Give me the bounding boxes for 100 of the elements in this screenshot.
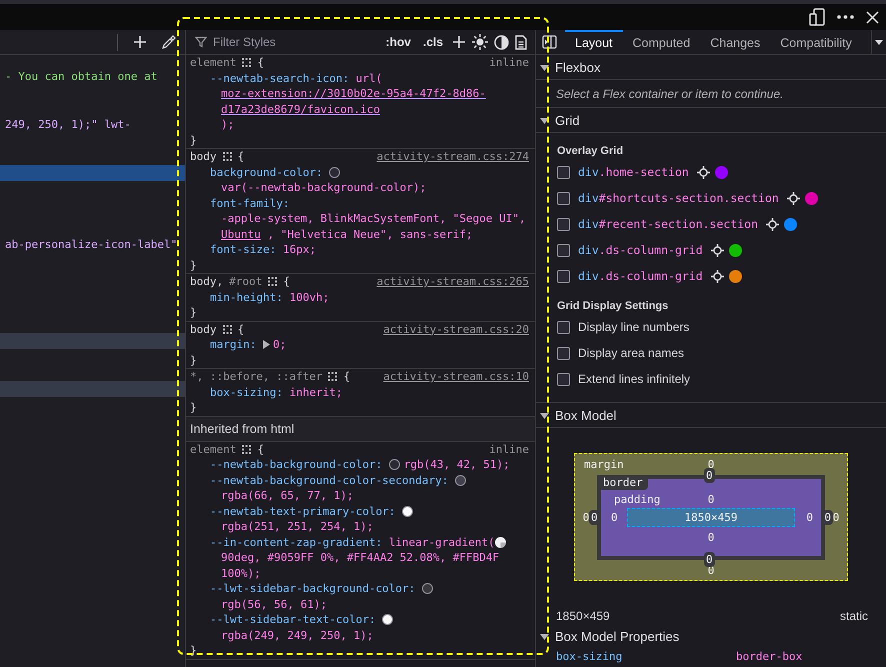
checkbox[interactable]	[557, 270, 570, 282]
property-value: linear-gradient(	[388, 534, 495, 550]
selector: body,	[190, 274, 224, 290]
checkbox[interactable]	[557, 346, 570, 360]
box-value[interactable]: 0	[708, 458, 714, 471]
markup-line[interactable]: ab-personalize-icon-label"	[0, 237, 185, 253]
checkbox[interactable]	[557, 166, 570, 178]
checkbox[interactable]	[557, 218, 570, 230]
color-swatch-icon[interactable]	[388, 459, 400, 470]
panel-tab[interactable]: Changes	[700, 30, 770, 54]
box-label: border	[600, 476, 648, 490]
color-swatch-icon[interactable]	[422, 583, 433, 594]
selector: *, ::before, ::after	[190, 369, 322, 384]
checkbox[interactable]	[557, 372, 570, 386]
panel-tab[interactable]: Computed	[622, 30, 700, 54]
box-value[interactable]: 0	[589, 510, 600, 524]
box-value[interactable]: 0	[832, 511, 840, 524]
crosshair-icon[interactable]	[710, 270, 724, 282]
color-dot[interactable]	[784, 218, 798, 230]
checkbox[interactable]	[557, 320, 570, 334]
crosshair-icon[interactable]	[696, 166, 710, 178]
caret-icon[interactable]	[540, 116, 549, 124]
section-title[interactable]: Box Model	[555, 408, 616, 422]
document-icon[interactable]	[515, 34, 527, 50]
color-dot[interactable]	[804, 192, 818, 204]
brace: }	[190, 644, 197, 657]
box-label: margin	[583, 458, 624, 471]
checkbox[interactable]	[557, 192, 570, 204]
caret-icon[interactable]	[540, 632, 549, 641]
property-name: margin:	[210, 338, 256, 351]
color-dot[interactable]	[728, 244, 742, 256]
color-swatch-icon[interactable]	[329, 166, 340, 178]
caret-icon[interactable]	[540, 62, 549, 72]
caret-icon[interactable]	[540, 410, 549, 420]
selector: element	[190, 442, 236, 457]
element-size: 1850×459	[556, 608, 610, 624]
expand-triangle-icon[interactable]	[262, 340, 270, 349]
position-value: static	[840, 608, 868, 624]
section-title[interactable]: Grid	[555, 112, 580, 128]
property-name: --lwt-sidebar-background-color:	[210, 582, 416, 595]
property-value: rgba(66, 65, 77, 1);	[221, 488, 354, 504]
checkbox[interactable]	[557, 244, 570, 256]
sun-icon[interactable]	[472, 34, 488, 50]
box-value[interactable]: 0	[582, 511, 590, 524]
sidebar-toggle-icon[interactable]	[542, 35, 557, 49]
box-value[interactable]: 0	[708, 493, 714, 506]
contrast-icon[interactable]	[494, 34, 509, 50]
markup-line[interactable]: - You can obtain one at	[0, 69, 185, 85]
crosshair-icon[interactable]	[710, 244, 724, 256]
property-value: 16px;	[282, 242, 316, 258]
source-link[interactable]: activity-stream.css:20	[383, 322, 529, 337]
content-box: 1850×459	[627, 508, 795, 527]
panel-tab[interactable]: Layout	[565, 30, 623, 54]
close-icon[interactable]	[866, 10, 879, 24]
source-label: inline	[489, 442, 529, 457]
box-value[interactable]: 0	[806, 511, 813, 524]
brace: {	[257, 55, 264, 70]
toggle-button[interactable]: :hov	[382, 33, 414, 51]
toggle-button[interactable]: .cls	[420, 33, 446, 51]
color-dot[interactable]	[728, 270, 742, 282]
crosshair-icon[interactable]	[786, 192, 800, 204]
section-title[interactable]: Flexbox	[555, 60, 601, 74]
property-name: --lwt-sidebar-text-color:	[210, 613, 376, 626]
color-swatch-icon[interactable]	[402, 506, 414, 516]
checkbox-label: Display area names	[578, 346, 684, 360]
color-swatch-icon[interactable]	[455, 474, 466, 486]
url-link[interactable]: moz-extension://3010b02e-95a4-47f2-8d86-d17a23de8679/favicon.ico	[221, 86, 529, 117]
panel-tab[interactable]: Compatibility	[770, 30, 862, 54]
dropdown-arrow-icon[interactable]	[875, 40, 883, 44]
property-name: background-color:	[210, 166, 323, 178]
color-swatch-icon[interactable]	[382, 614, 394, 625]
more-icon[interactable]	[837, 15, 854, 19]
box-value[interactable]: 0	[611, 511, 618, 524]
markup-line[interactable]: 249, 250, 1);" lwt-	[0, 117, 185, 133]
source-link[interactable]: activity-stream.css:274	[376, 149, 529, 164]
eyedropper-icon[interactable]	[162, 35, 176, 49]
color-dot[interactable]	[714, 166, 728, 178]
add-icon[interactable]	[452, 35, 466, 49]
crosshair-icon[interactable]	[766, 218, 780, 230]
selector: #root	[229, 274, 262, 290]
box-value[interactable]: 0	[704, 552, 715, 567]
add-icon[interactable]	[133, 35, 147, 49]
property-value: );	[221, 117, 234, 132]
source-link[interactable]: activity-stream.css:10	[383, 369, 529, 384]
subheading: Grid Display Settings	[557, 299, 670, 314]
property-name: min-height:	[210, 290, 283, 304]
subheading: Overlay Grid	[557, 144, 624, 159]
source-link[interactable]: activity-stream.css:265	[376, 274, 529, 290]
device-icon[interactable]	[809, 8, 825, 26]
grid-selector: div.ds-column-grid	[578, 243, 703, 257]
box-value[interactable]: 0	[704, 468, 715, 483]
source-label: inline	[489, 55, 529, 70]
box-label: padding	[613, 493, 660, 506]
gradient-swatch-icon[interactable]	[494, 536, 506, 548]
box-value[interactable]: 0	[822, 510, 833, 524]
selector: body	[190, 322, 216, 337]
brace: }	[190, 258, 197, 272]
filter-field[interactable]: Filter Styles	[213, 35, 377, 49]
property-name: --newtab-search-icon:	[210, 72, 350, 84]
section-title[interactable]: Box Model Properties	[555, 629, 680, 644]
